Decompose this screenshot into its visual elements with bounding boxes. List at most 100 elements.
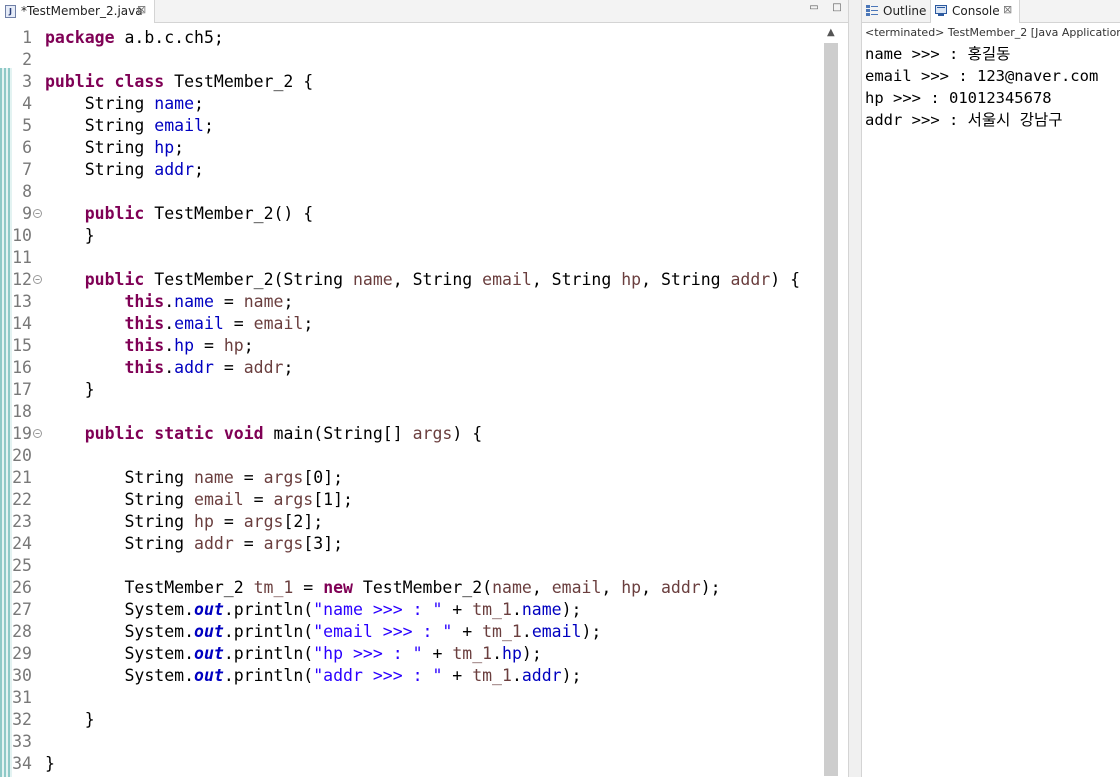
- code-line[interactable]: 14 this.email = email;: [0, 313, 824, 335]
- code-line[interactable]: 7 String addr;: [0, 159, 824, 181]
- code-token: );: [521, 644, 542, 663]
- java-file-icon: J: [5, 5, 16, 18]
- code-line[interactable]: 10 }: [0, 225, 824, 247]
- close-console-icon[interactable]: ⊠: [1003, 3, 1012, 16]
- code-token: .: [164, 314, 175, 333]
- close-tab-icon[interactable]: ⊠: [137, 3, 146, 16]
- code-text: String addr = args[3];: [45, 533, 343, 555]
- tab-console[interactable]: Console ⊠: [930, 0, 1020, 23]
- code-line[interactable]: 19− public static void main(String[] arg…: [0, 423, 824, 445]
- line-number: 15: [12, 336, 32, 355]
- code-token: hp: [223, 336, 244, 355]
- code-token: TestMember_2(: [353, 578, 493, 597]
- code-line[interactable]: 24 String addr = args[3];: [0, 533, 824, 555]
- code-text: System.out.println("hp >>> : " + tm_1.hp…: [45, 643, 542, 665]
- code-text: this.name = name;: [45, 291, 293, 313]
- code-token: }: [45, 380, 95, 399]
- code-line[interactable]: 21 String name = args[0];: [0, 467, 824, 489]
- code-line[interactable]: 5 String email;: [0, 115, 824, 137]
- code-token: +: [422, 644, 453, 663]
- code-line[interactable]: 22 String email = args[1];: [0, 489, 824, 511]
- code-line[interactable]: 27 System.out.println("name >>> : " + tm…: [0, 599, 824, 621]
- scroll-up-icon[interactable]: ▲: [827, 27, 835, 38]
- code-line[interactable]: 6 String hp;: [0, 137, 824, 159]
- code-line[interactable]: 26 TestMember_2 tm_1 = new TestMember_2(…: [0, 577, 824, 599]
- code-area[interactable]: 1 package a.b.c.ch5; 2 3 public class TestMe…: [0, 24, 824, 777]
- code-token: .: [521, 622, 532, 641]
- scrollbar-thumb[interactable]: [824, 43, 838, 776]
- code-token: , String: [392, 270, 483, 289]
- code-line[interactable]: 28 System.out.println("email >>> : " + t…: [0, 621, 824, 643]
- code-text: String hp;: [45, 137, 184, 159]
- code-token: .: [164, 292, 175, 311]
- code-line[interactable]: 2: [0, 49, 824, 71]
- code-line[interactable]: 15 this.hp = hp;: [0, 335, 824, 357]
- code-line[interactable]: 1 package a.b.c.ch5;: [0, 27, 824, 49]
- code-token: name: [243, 292, 284, 311]
- code-token: hp: [154, 138, 175, 157]
- code-line[interactable]: 25: [0, 555, 824, 577]
- line-number: 32: [12, 710, 32, 729]
- code-line[interactable]: 32 }: [0, 709, 824, 731]
- code-line[interactable]: 11: [0, 247, 824, 269]
- code-token: email: [154, 116, 204, 135]
- code-line[interactable]: 8: [0, 181, 824, 203]
- code-token: =: [233, 534, 264, 553]
- code-token: ) {: [452, 424, 483, 443]
- code-token: ;: [203, 116, 214, 135]
- code-token: tm_1: [482, 622, 522, 641]
- code-token: =: [194, 336, 224, 355]
- line-number: 4: [22, 94, 32, 113]
- code-token: public: [84, 424, 145, 443]
- code-token: }: [45, 710, 95, 729]
- tab-outline[interactable]: Outline: [862, 0, 930, 23]
- code-text: System.out.println("addr >>> : " + tm_1.…: [45, 665, 581, 687]
- code-token: name: [194, 468, 234, 487]
- code-token: ;: [283, 292, 294, 311]
- editor-tab-testmember2[interactable]: J *TestMember_2.java ⊠: [0, 0, 155, 23]
- code-token: args: [273, 490, 314, 509]
- code-text: public static void main(String[] args) {: [45, 423, 482, 445]
- maximize-icon[interactable]: □: [831, 2, 843, 14]
- pane-divider[interactable]: [848, 0, 861, 777]
- code-line[interactable]: 31: [0, 687, 824, 709]
- console-view: Outline Console ⊠ <terminated> TestMembe…: [861, 0, 1120, 777]
- vertical-scrollbar[interactable]: ▲: [824, 24, 840, 777]
- code-line[interactable]: 17 }: [0, 379, 824, 401]
- code-token: out: [194, 644, 224, 663]
- code-line[interactable]: 30 System.out.println("addr >>> : " + tm…: [0, 665, 824, 687]
- code-line[interactable]: 33: [0, 731, 824, 753]
- code-line[interactable]: 16 this.addr = addr;: [0, 357, 824, 379]
- minimize-icon[interactable]: ▭: [808, 2, 820, 14]
- code-line[interactable]: 9− public TestMember_2() {: [0, 203, 824, 225]
- code-line[interactable]: 20: [0, 445, 824, 467]
- fold-collapse-icon[interactable]: −: [33, 275, 42, 284]
- code-token: tm_1: [472, 600, 512, 619]
- code-token: ) {: [770, 270, 801, 289]
- code-token: }: [45, 754, 55, 773]
- code-token: addr: [194, 534, 234, 553]
- line-number: 25: [12, 556, 32, 575]
- code-line[interactable]: 29 System.out.println("hp >>> : " + tm_1…: [0, 643, 824, 665]
- code-line[interactable]: 18: [0, 401, 824, 423]
- code-token: , String: [641, 270, 731, 289]
- console-status: <terminated> TestMember_2 [Java Applicat…: [865, 26, 1120, 39]
- fold-collapse-icon[interactable]: −: [33, 209, 42, 218]
- code-token: "email >>> : ": [313, 622, 453, 641]
- fold-collapse-icon[interactable]: −: [33, 429, 42, 438]
- code-line[interactable]: 4 String name;: [0, 93, 824, 115]
- code-token: email: [194, 490, 244, 509]
- code-token: .: [511, 600, 522, 619]
- code-line[interactable]: 13 this.name = name;: [0, 291, 824, 313]
- code-token: =: [213, 292, 244, 311]
- code-line[interactable]: 23 String hp = args[2];: [0, 511, 824, 533]
- line-number: 21: [12, 468, 32, 487]
- code-line[interactable]: 34}: [0, 753, 824, 775]
- code-editor: J *TestMember_2.java ⊠ ▭ □ 1 package a.b.…: [0, 0, 848, 777]
- code-line[interactable]: 3 public class TestMember_2 {: [0, 71, 824, 93]
- code-token: class: [114, 72, 165, 91]
- code-line[interactable]: 12− public TestMember_2(String name, Str…: [0, 269, 824, 291]
